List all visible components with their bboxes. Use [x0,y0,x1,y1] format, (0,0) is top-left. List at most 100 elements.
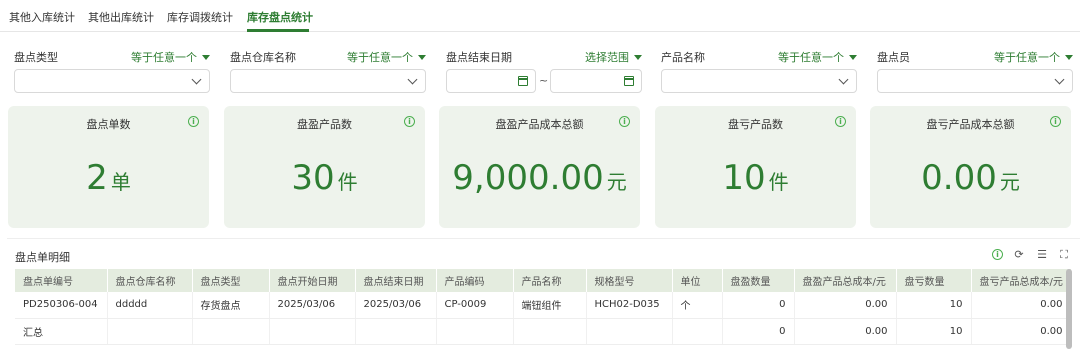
table-cell: 存货盘点 [192,292,270,319]
date-end-input[interactable] [550,69,642,93]
filter-end-date: 盘点结束日期 选择范围 ~ [446,44,642,94]
column-header[interactable]: 盘点仓库名称 [107,269,193,292]
card-value: 2单 [86,158,131,198]
fullscreen-icon[interactable]: ⛶ [1058,249,1070,261]
summary-row: 汇总 0 0.00 10 0.00 [15,318,1072,345]
summary-gain-qty: 0 [722,318,795,345]
tab-bar: 其他入库统计 其他出库统计 库存调拨统计 库存盘点统计 [0,0,1080,32]
column-header[interactable]: 盘点开始日期 [269,269,356,292]
column-header[interactable]: 盘点结束日期 [355,269,437,292]
column-header[interactable]: 盘盈数量 [722,269,795,292]
summary-loss-qty: 10 [896,318,972,345]
filter-warehouse: 盘点仓库名称 等于任意一个 [230,44,426,94]
caret-down-icon [418,55,426,60]
column-header[interactable]: 产品名称 [513,269,587,292]
filter-product: 产品名称 等于任意一个 [661,44,857,94]
table-cell: CP-0009 [436,292,514,319]
calendar-icon [624,76,634,86]
column-settings-icon[interactable]: ☰ [1036,249,1048,261]
active-tab-indicator [247,29,309,32]
tab-other-inbound[interactable]: 其他入库统计 [9,9,75,25]
table-cell: HCH02-D035 [586,292,673,319]
calendar-icon [518,76,528,86]
filter-warehouse-select[interactable] [230,69,426,93]
table-cell: 个 [672,292,723,319]
kpi-card-loss-cost: 盘亏产品成本总额 i 0.00 元 [870,106,1071,228]
card-value: 0.00 元 [921,158,1020,198]
vertical-scrollbar[interactable] [1066,269,1072,349]
filter-type-label: 盘点类型 [14,51,58,64]
column-header[interactable]: 盘点类型 [192,269,270,292]
info-icon[interactable]: i [835,116,846,127]
filter-warehouse-operator[interactable]: 等于任意一个 [347,49,426,65]
panel-title: 盘点单明细 [15,251,70,264]
chevron-down-icon [838,74,849,85]
filter-warehouse-label: 盘点仓库名称 [230,51,296,64]
info-icon[interactable]: i [404,116,415,127]
table-cell: 2025/03/06 [269,292,356,319]
caret-down-icon [1065,55,1073,60]
caret-down-icon [634,55,642,60]
column-header[interactable]: 盘亏产品总成本/元 [971,269,1072,292]
info-icon[interactable]: i [619,116,630,127]
card-title: 盘亏产品数 [728,118,783,131]
refresh-icon[interactable]: ⟳ [1013,249,1025,261]
filter-product-select[interactable] [661,69,857,93]
tab-other-outbound[interactable]: 其他出库统计 [88,9,154,25]
kpi-card-loss-qty: 盘亏产品数 i 10 件 [655,106,856,228]
kpi-card-order-count: 盘点单数 i 2单 [8,106,209,228]
table-cell: 10 [896,292,972,319]
card-value: 9,000.00 元 [452,158,627,198]
info-icon[interactable]: i [992,249,1003,260]
summary-loss-cost: 0.00 [971,318,1072,345]
table-cell: ddddd [107,292,193,319]
filter-type-select[interactable] [14,69,210,93]
column-header[interactable]: 盘点单编号 [15,269,108,292]
column-header[interactable]: 盘亏数量 [896,269,972,292]
table-cell: 0.00 [794,292,897,319]
filter-staff-label: 盘点员 [877,51,910,64]
detail-panel: 盘点单明细 i ⟳ ☰ ⛶ 盘点单编号 盘点仓库名称 盘点类型 盘点开始日期 盘… [7,238,1080,358]
caret-down-icon [202,55,210,60]
column-header[interactable]: 单位 [672,269,723,292]
info-icon[interactable]: i [188,116,199,127]
filter-product-label: 产品名称 [661,51,705,64]
kpi-card-gain-qty: 盘盈产品数 i 30 件 [224,106,425,228]
table-cell: 0.00 [971,292,1072,319]
tab-transfer[interactable]: 库存调拨统计 [167,9,233,25]
tab-stocktake[interactable]: 库存盘点统计 [247,9,313,25]
table-row[interactable]: PD250306-004 ddddd 存货盘点 2025/03/06 2025/… [15,292,1072,319]
filter-staff-operator[interactable]: 等于任意一个 [994,49,1073,65]
filter-product-operator[interactable]: 等于任意一个 [778,49,857,65]
filter-type: 盘点类型 等于任意一个 [14,44,210,94]
detail-table: 盘点单编号 盘点仓库名称 盘点类型 盘点开始日期 盘点结束日期 产品编码 产品名… [15,269,1072,345]
filter-staff: 盘点员 等于任意一个 [877,44,1073,94]
chevron-down-icon [191,74,202,85]
card-title: 盘盈产品成本总额 [495,118,584,131]
column-header[interactable]: 盘盈产品总成本/元 [794,269,897,292]
table-cell: PD250306-004 [15,292,108,319]
date-range-separator: ~ [539,74,549,87]
info-icon[interactable]: i [1050,116,1061,127]
card-value: 10 件 [722,158,789,198]
table-cell: 2025/03/06 [355,292,437,319]
summary-gain-cost: 0.00 [794,318,897,345]
filter-end-date-label: 盘点结束日期 [446,51,512,64]
filter-end-date-operator[interactable]: 选择范围 [585,49,642,65]
filter-staff-select[interactable] [877,69,1073,93]
table-cell: 端钮组件 [513,292,587,319]
filter-type-operator[interactable]: 等于任意一个 [131,49,210,65]
kpi-card-gain-cost: 盘盈产品成本总额 i 9,000.00 元 [439,106,640,228]
column-header[interactable]: 规格型号 [586,269,673,292]
card-title: 盘点单数 [86,118,131,131]
chevron-down-icon [407,74,418,85]
chevron-down-icon [1054,74,1065,85]
date-start-input[interactable] [446,69,536,93]
card-title: 盘亏产品成本总额 [926,118,1015,131]
card-title: 盘盈产品数 [297,118,352,131]
summary-label: 汇总 [15,318,108,345]
column-header[interactable]: 产品编码 [436,269,514,292]
table-cell: 0 [722,292,795,319]
table-header-row: 盘点单编号 盘点仓库名称 盘点类型 盘点开始日期 盘点结束日期 产品编码 产品名… [15,269,1072,292]
caret-down-icon [849,55,857,60]
